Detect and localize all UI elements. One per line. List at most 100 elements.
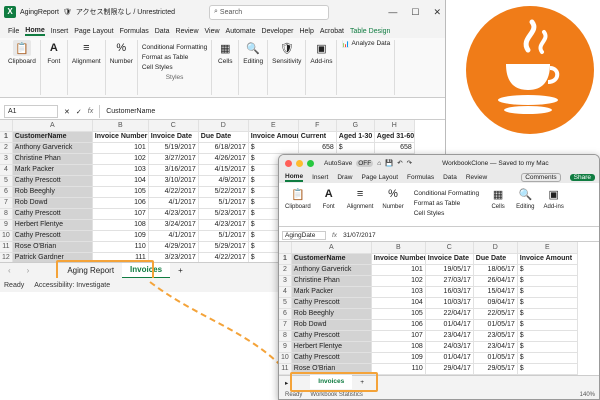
data-cell[interactable]: Anthony Garverick — [291, 264, 372, 276]
close-dot[interactable] — [285, 159, 292, 167]
mac-alignment-group[interactable]: ≡ Alignment — [344, 186, 377, 223]
mac-menu-tab-home[interactable]: Home — [285, 173, 304, 182]
mac-formula-input[interactable]: 31/07/2017 — [343, 232, 376, 239]
save-icon[interactable]: 💾 — [385, 159, 393, 167]
data-cell[interactable]: Cathy Prescott — [291, 352, 372, 364]
zoom-level[interactable]: 140% — [580, 392, 595, 398]
data-cell[interactable]: 104 — [371, 297, 426, 309]
mac-font-group[interactable]: A Font — [317, 186, 341, 223]
data-cell[interactable]: $ — [517, 319, 578, 331]
mac-menu-tab-draw[interactable]: Draw — [337, 174, 352, 181]
column-header[interactable]: D — [473, 242, 518, 254]
data-cell[interactable]: $ — [517, 286, 578, 298]
header-cell[interactable]: CustomerName — [291, 253, 372, 265]
data-cell[interactable]: Rob Dowd — [291, 319, 372, 331]
data-cell[interactable]: 103 — [371, 286, 426, 298]
autosave-toggle[interactable]: OFF — [356, 159, 374, 167]
data-cell[interactable]: 108 — [371, 341, 426, 353]
share-button[interactable]: Share — [569, 173, 595, 181]
zoom-dot[interactable] — [307, 159, 314, 167]
row-number[interactable]: 5 — [279, 297, 292, 309]
mac-addins-group[interactable]: ▣ Add-ins — [540, 186, 566, 223]
mac-fx-icon[interactable]: fx — [332, 232, 337, 239]
data-cell[interactable]: Cathy Prescott — [291, 297, 372, 309]
row-number[interactable]: 7 — [279, 319, 292, 331]
mac-number-group[interactable]: % Number — [379, 186, 406, 223]
workbook-statistics[interactable]: Workbook Statistics — [310, 392, 363, 398]
data-cell[interactable]: $ — [517, 363, 578, 375]
data-cell[interactable]: $ — [517, 264, 578, 276]
header-cell[interactable]: Invoice Number — [371, 253, 426, 265]
data-cell[interactable]: 107 — [371, 330, 426, 342]
mac-menu-tab-page-layout[interactable]: Page Layout — [362, 174, 399, 181]
row-number[interactable]: 4 — [279, 286, 292, 298]
column-header[interactable]: C — [425, 242, 474, 254]
row-number[interactable]: 8 — [279, 330, 292, 342]
row-number[interactable]: 1 — [279, 253, 292, 265]
data-cell[interactable]: Mark Packer — [291, 286, 372, 298]
row-number[interactable]: 9 — [279, 341, 292, 353]
data-cell[interactable]: 10/03/17 — [425, 297, 474, 309]
data-cell[interactable]: 109 — [371, 352, 426, 364]
row-number[interactable]: 6 — [279, 308, 292, 320]
data-cell[interactable]: 110 — [371, 363, 426, 375]
data-cell[interactable]: 23/04/17 — [473, 341, 518, 353]
row-number[interactable]: 2 — [279, 264, 292, 276]
mac-editing-group[interactable]: 🔍 Editing — [513, 186, 537, 223]
row-number[interactable]: 3 — [279, 275, 292, 287]
column-header[interactable]: A — [291, 242, 372, 254]
header-cell[interactable]: Invoice Amount — [517, 253, 578, 265]
mac-menu-tab-review[interactable]: Review — [466, 174, 487, 181]
mac-menu-tab-data[interactable]: Data — [443, 174, 457, 181]
mac-menu-tab-formulas[interactable]: Formulas — [407, 174, 434, 181]
column-header[interactable]: E — [517, 242, 578, 254]
data-cell[interactable]: 01/05/17 — [473, 319, 518, 331]
data-cell[interactable]: Cathy Prescott — [291, 330, 372, 342]
data-cell[interactable]: Herbert Flentye — [291, 341, 372, 353]
data-cell[interactable]: 01/04/17 — [425, 319, 474, 331]
data-cell[interactable]: 22/05/17 — [473, 308, 518, 320]
data-cell[interactable]: 19/05/17 — [425, 264, 474, 276]
data-cell[interactable]: 15/04/17 — [473, 286, 518, 298]
data-cell[interactable]: $ — [517, 297, 578, 309]
mac-format-as-table-button[interactable]: Format as Table — [414, 200, 479, 207]
minimize-dot[interactable] — [296, 159, 303, 167]
mac-tab-prev-icon[interactable]: ▸ — [285, 379, 288, 387]
mac-clipboard-group[interactable]: 📋 Clipboard — [282, 186, 314, 223]
data-cell[interactable]: $ — [517, 308, 578, 320]
mac-cell-styles-button[interactable]: Cell Styles — [414, 210, 479, 217]
data-cell[interactable]: $ — [517, 330, 578, 342]
home-icon[interactable]: ⌂ — [377, 160, 381, 167]
data-cell[interactable]: Rob Beeghly — [291, 308, 372, 320]
data-cell[interactable]: 16/03/17 — [425, 286, 474, 298]
data-cell[interactable]: 23/04/17 — [425, 330, 474, 342]
data-cell[interactable]: $ — [517, 275, 578, 287]
mac-cells-group[interactable]: ▦ Cells — [486, 186, 510, 223]
data-cell[interactable]: 105 — [371, 308, 426, 320]
redo-icon[interactable]: ↷ — [407, 159, 412, 167]
data-cell[interactable]: 101 — [371, 264, 426, 276]
data-cell[interactable]: 29/04/17 — [425, 363, 474, 375]
undo-icon[interactable]: ↶ — [397, 159, 402, 167]
data-cell[interactable]: 01/05/17 — [473, 352, 518, 364]
corner-cell[interactable] — [279, 242, 292, 254]
data-cell[interactable]: 18/06/17 — [473, 264, 518, 276]
column-header[interactable]: B — [371, 242, 426, 254]
data-cell[interactable]: 106 — [371, 319, 426, 331]
row-number[interactable]: 10 — [279, 352, 292, 364]
data-cell[interactable]: Christine Phan — [291, 275, 372, 287]
data-cell[interactable]: 09/04/17 — [473, 297, 518, 309]
data-cell[interactable]: 102 — [371, 275, 426, 287]
data-cell[interactable]: 26/04/17 — [473, 275, 518, 287]
mac-name-box[interactable]: AgingDate — [282, 231, 326, 240]
comments-button[interactable]: Comments — [521, 172, 561, 182]
header-cell[interactable]: Due Date — [473, 253, 518, 265]
data-cell[interactable]: 29/05/17 — [473, 363, 518, 375]
header-cell[interactable]: Invoice Date — [425, 253, 474, 265]
mac-conditional-formatting-button[interactable]: Conditional Formatting — [414, 190, 479, 197]
data-cell[interactable]: 22/04/17 — [425, 308, 474, 320]
data-cell[interactable]: 23/05/17 — [473, 330, 518, 342]
data-cell[interactable]: 01/04/17 — [425, 352, 474, 364]
mac-menu-tab-insert[interactable]: Insert — [312, 174, 328, 181]
data-cell[interactable]: 24/03/17 — [425, 341, 474, 353]
